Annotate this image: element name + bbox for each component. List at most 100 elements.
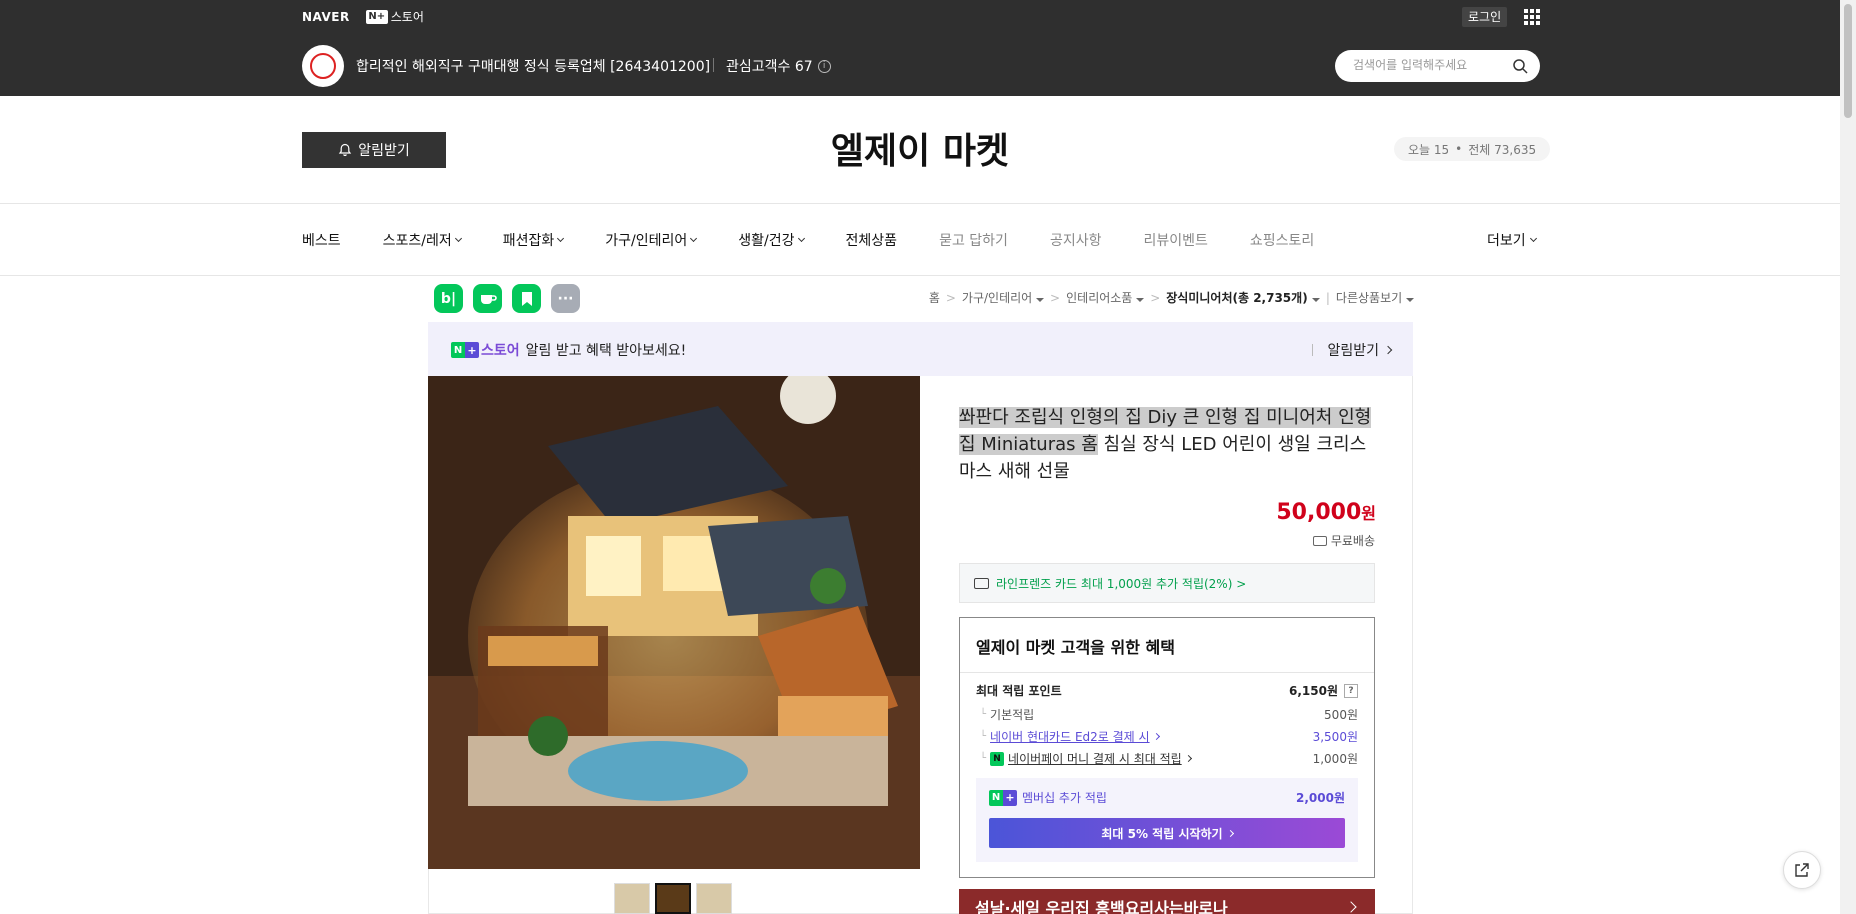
nplus-icon: N +	[989, 789, 1017, 806]
nav-item-best[interactable]: 베스트	[302, 230, 341, 250]
breadcrumb-separator: >	[1050, 290, 1061, 305]
caret-down-icon	[1036, 298, 1045, 302]
apps-grid-icon[interactable]	[1524, 9, 1540, 25]
login-button[interactable]: 로그인	[1462, 7, 1508, 27]
nav-item-notice[interactable]: 공지사항	[1050, 230, 1102, 250]
nav-item-review-event[interactable]: 리뷰이벤트	[1143, 230, 1207, 250]
chevron-right-icon	[1226, 829, 1234, 837]
store-profile-logo[interactable]	[302, 45, 344, 87]
nav-more-button[interactable]: 더보기	[1487, 230, 1537, 250]
nav-item-all-products[interactable]: 전체상품	[846, 230, 898, 250]
chevron-down-icon	[797, 234, 805, 243]
membership-row: N + 멤버십 추가 적립 2,000원	[989, 789, 1345, 806]
breadcrumb-cat1[interactable]: 가구/인테리어	[962, 289, 1045, 306]
divider	[960, 672, 1374, 673]
shipping-info: 무료배송	[1312, 532, 1375, 549]
alert-message: N + 스토어 알림 받고 혜택 받아보세요!	[451, 340, 686, 360]
chevron-right-icon	[1345, 901, 1357, 913]
breadcrumb-other-products[interactable]: 다른상품보기	[1336, 289, 1414, 306]
help-icon[interactable]: ?	[1344, 683, 1358, 698]
membership-box: N + 멤버십 추가 적립 2,000원 최대 5% 적립 시작하기	[976, 778, 1358, 862]
nstore-logo-icon: N+	[365, 9, 388, 24]
nplus-icon: N +	[451, 342, 479, 358]
nstore-logo[interactable]: N+ 스토어	[365, 8, 424, 25]
breadcrumb-divider: |	[1325, 290, 1330, 305]
membership-start-button[interactable]: 최대 5% 적립 시작하기	[989, 818, 1345, 848]
store-logo-mark	[310, 53, 336, 79]
basic-points-value: 500원	[1324, 708, 1358, 722]
product-thumbnail[interactable]	[696, 883, 732, 914]
blog-share-icon[interactable]: b|	[434, 284, 463, 313]
page-scrollbar[interactable]	[1840, 0, 1856, 914]
product-thumbnail[interactable]	[614, 883, 650, 914]
breadcrumb: 홈 > 가구/인테리어 > 인테리어소품 > 장식미니어처(총 2,735개) …	[929, 289, 1414, 306]
alert-subscribe-link[interactable]: 알림받기	[1312, 340, 1393, 360]
chevron-right-icon	[1184, 754, 1192, 763]
breadcrumb-cat2[interactable]: 인테리어소품	[1066, 289, 1145, 306]
sale-banner-text: 설날·세일 우리집 흥백요리사는바로나	[975, 899, 1228, 914]
breadcrumb-home[interactable]: 홈	[929, 289, 940, 306]
npay-link[interactable]: 네이버페이 머니 결제 시 최대 적립	[1008, 750, 1182, 767]
nav-item-sports[interactable]: 스포츠/레저	[383, 230, 462, 250]
price-value: 50,000	[1276, 500, 1362, 525]
alert-banner: N + 스토어 알림 받고 혜택 받아보세요! 알림받기	[428, 322, 1413, 376]
membership-label: 멤버십 추가 적립	[1022, 791, 1107, 805]
visitor-total: 전체 73,635	[1468, 142, 1537, 157]
search-icon[interactable]	[1512, 58, 1528, 74]
shop-title[interactable]: 엘제이 마켓	[0, 122, 1840, 174]
branch-icon: └	[980, 731, 987, 742]
scrollbar-thumb[interactable]	[1844, 4, 1852, 118]
basic-points-row: └ 기본적립 500원	[980, 706, 1358, 723]
breadcrumb-cat3[interactable]: 장식미니어처(총 2,735개)	[1166, 289, 1320, 306]
nstore-logo-label: 스토어	[390, 10, 424, 24]
max-points-value: 6,150원	[1289, 684, 1338, 698]
product-price: 50,000원	[1276, 500, 1376, 525]
visitor-separator: •	[1455, 142, 1463, 156]
hyundai-card-link[interactable]: 네이버 현대카드 Ed2로 결제 시	[990, 728, 1150, 745]
nav-item-fashion[interactable]: 패션잡화	[503, 230, 565, 250]
basic-points-label: 기본적립	[990, 708, 1035, 722]
store-name[interactable]: 합리적인 해외직구 구매대행 정식 등록업체 [2643401200]	[356, 56, 710, 76]
max-points-value-wrap: 6,150원 ?	[1289, 682, 1358, 699]
card-promo-banner[interactable]: 라인프렌즈 카드 최대 1,000원 추가 적립(2%) >	[959, 563, 1375, 603]
shipping-label: 무료배송	[1330, 534, 1375, 548]
visitor-today: 오늘 15	[1408, 142, 1450, 157]
product-thumbnail-active[interactable]	[655, 883, 691, 914]
npay-value: 1,000원	[1312, 752, 1358, 766]
more-share-icon[interactable]: ···	[551, 284, 580, 313]
product-thumbnails	[614, 883, 732, 914]
hyundai-card-row: └ 네이버 현대카드 Ed2로 결제 시 3,500원	[980, 728, 1358, 745]
product-main-image[interactable]	[428, 376, 920, 869]
caret-down-icon	[1406, 298, 1414, 302]
nav-item-furniture[interactable]: 가구/인테리어	[605, 230, 698, 250]
price-unit: 원	[1361, 504, 1376, 523]
header-divider	[713, 58, 714, 72]
credit-card-icon	[974, 577, 989, 589]
benefit-box: 엘제이 마켓 고객을 위한 혜택 최대 적립 포인트 6,150원 ? └ 기본적…	[959, 617, 1375, 878]
chevron-down-icon	[690, 234, 698, 243]
info-icon[interactable]: i	[817, 59, 831, 73]
caret-down-icon	[1311, 298, 1320, 302]
cafe-share-icon[interactable]	[473, 284, 502, 313]
fans-count: 관심고객수 67 i	[726, 56, 831, 76]
nav-item-living[interactable]: 생활/건강	[738, 230, 805, 250]
divider	[1312, 344, 1314, 356]
naver-logo[interactable]: NAVER	[302, 10, 350, 24]
sale-banner[interactable]: 설날·세일 우리집 흥백요리사는바로나	[959, 889, 1375, 914]
chevron-down-icon	[557, 234, 565, 243]
membership-value: 2,000원	[1296, 791, 1345, 805]
max-points-label: 최대 적립 포인트	[976, 684, 1062, 698]
nav-item-qna[interactable]: 묻고 답하기	[939, 230, 1008, 250]
benefit-title: 엘제이 마켓 고객을 위한 혜택	[976, 638, 1175, 657]
caret-down-icon	[1136, 298, 1145, 302]
max-points-row: 최대 적립 포인트 6,150원 ?	[976, 682, 1358, 699]
naver-brand-row: NAVER N+ 스토어	[302, 8, 424, 25]
share-icons: b| ···	[434, 284, 580, 313]
store-header: NAVER N+ 스토어 로그인 합리적인 해외직구 구매대행 정식 등록업체 …	[0, 0, 1840, 96]
chevron-right-icon	[1152, 732, 1160, 741]
bookmark-share-icon[interactable]	[512, 284, 541, 313]
nav-item-shopping-story[interactable]: 쇼핑스토리	[1250, 230, 1314, 250]
chevron-right-icon	[1383, 345, 1393, 355]
search-input[interactable]	[1353, 58, 1503, 72]
share-icon[interactable]	[1783, 851, 1821, 889]
